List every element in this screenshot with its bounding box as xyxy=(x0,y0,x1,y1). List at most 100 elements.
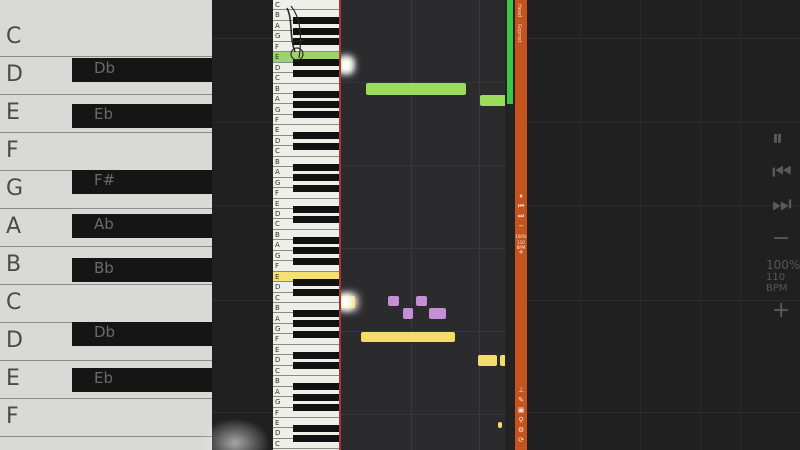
black-key[interactable] xyxy=(293,257,339,265)
piano-roll-grid[interactable] xyxy=(341,0,505,450)
black-key[interactable] xyxy=(293,310,339,317)
background-key-label: F xyxy=(6,404,19,429)
white-key-label: G xyxy=(275,398,281,407)
note-block[interactable] xyxy=(429,308,446,319)
black-key[interactable] xyxy=(293,174,339,182)
black-key[interactable] xyxy=(293,404,339,412)
channel-logo-icon xyxy=(286,5,306,61)
background-black-key-label: Eb xyxy=(94,105,113,123)
white-key-label: A xyxy=(275,314,280,323)
white-key-label: C xyxy=(275,293,280,302)
metronome-icon[interactable]: ⚲ xyxy=(517,416,525,424)
background-zoom-text: 100% xyxy=(766,258,800,272)
black-key[interactable] xyxy=(293,90,339,98)
background-glow xyxy=(200,418,270,450)
white-key-label: F xyxy=(275,262,280,271)
pedal-icon[interactable]: ⊥ xyxy=(517,386,525,394)
black-key[interactable] xyxy=(293,278,339,286)
background-key-label: D xyxy=(6,328,23,353)
black-key[interactable] xyxy=(293,69,339,77)
background-black-key-label: Db xyxy=(94,59,116,77)
pause-icon[interactable]: ⏸ xyxy=(517,192,525,200)
loop-icon[interactable]: ⟳ xyxy=(517,436,525,444)
background-key-label: C xyxy=(6,24,22,49)
grid-line xyxy=(341,248,505,249)
background-step-back-icon: ⏮ xyxy=(772,160,792,185)
white-key-label: A xyxy=(275,21,280,30)
minus-icon[interactable]: − xyxy=(517,222,525,230)
black-key[interactable] xyxy=(293,320,339,328)
note-block[interactable] xyxy=(388,296,399,306)
background-minus-icon: − xyxy=(772,226,791,251)
white-key-label: B xyxy=(275,157,280,166)
grid-line xyxy=(341,414,505,415)
note-block[interactable] xyxy=(478,355,497,366)
background-black-key: Eb xyxy=(72,368,212,392)
black-key[interactable] xyxy=(293,435,339,443)
background-white-key: F xyxy=(0,132,212,171)
sidebar-label-head[interactable]: Head xyxy=(516,4,522,17)
background-grid-line xyxy=(700,0,701,450)
step-back-icon[interactable]: ⏮ xyxy=(517,202,525,210)
black-key[interactable] xyxy=(293,393,339,401)
record-icon[interactable]: ▣ xyxy=(517,406,525,414)
white-key-label: D xyxy=(275,136,281,145)
white-key-label: D xyxy=(275,356,281,365)
black-key[interactable] xyxy=(293,362,339,370)
step-forward-icon[interactable]: ⏭ xyxy=(517,212,525,220)
settings-icon[interactable]: ⚙ xyxy=(517,426,525,434)
background-key-label: G xyxy=(6,176,24,201)
beat-line xyxy=(479,0,480,450)
black-key[interactable] xyxy=(293,289,339,297)
black-key[interactable] xyxy=(293,383,339,391)
background-white-key: F xyxy=(0,398,212,437)
note-block[interactable] xyxy=(480,95,505,106)
background-key-label: E xyxy=(6,100,20,125)
background-black-key-label: Ab xyxy=(94,215,114,233)
black-key[interactable] xyxy=(293,132,339,140)
black-key[interactable] xyxy=(293,330,339,338)
piano-roll-app: CBAGFEDCBAGFEDCBAGFEDCBAGFEDCBAGFEDCBAGF… xyxy=(273,0,527,450)
note-hit-glow xyxy=(343,298,349,306)
sidebar-label-group[interactable]: Grpmst xyxy=(516,24,522,43)
white-key-label: F xyxy=(275,189,280,198)
black-key[interactable] xyxy=(293,142,339,150)
white-key-label: B xyxy=(275,304,280,313)
background-key-label: B xyxy=(6,252,22,277)
background-key-label: F xyxy=(6,138,19,163)
background-black-key: F# xyxy=(72,170,212,194)
white-key-label: C xyxy=(275,366,280,375)
black-key[interactable] xyxy=(293,101,339,108)
note-block[interactable] xyxy=(366,83,466,95)
white-key-label: B xyxy=(275,377,280,386)
background-grid-line xyxy=(580,0,581,450)
piano-keyboard[interactable]: CBAGFEDCBAGFEDCBAGFEDCBAGFEDCBAGFEDCBAGF… xyxy=(273,0,341,450)
white-key-label: C xyxy=(275,1,280,9)
black-key[interactable] xyxy=(293,215,339,223)
background-key-label: E xyxy=(6,366,20,391)
black-key[interactable] xyxy=(293,236,339,244)
note-block[interactable] xyxy=(416,296,427,306)
note-block[interactable] xyxy=(361,332,455,342)
white-key-label: C xyxy=(275,147,280,156)
white-key-label: D xyxy=(275,429,281,438)
white-key-label: E xyxy=(275,345,280,354)
plus-icon[interactable]: + xyxy=(517,248,525,256)
background-step-forward-icon: ⏭ xyxy=(772,192,792,217)
black-key[interactable] xyxy=(293,205,339,213)
white-key-label: C xyxy=(275,220,280,229)
black-key[interactable] xyxy=(293,163,339,171)
black-key[interactable] xyxy=(293,247,339,255)
white-key-label: G xyxy=(275,178,281,187)
note-block[interactable] xyxy=(498,422,502,428)
white-key-label: E xyxy=(275,199,280,208)
black-key[interactable] xyxy=(293,184,339,192)
background-white-key: C xyxy=(0,18,212,57)
black-key[interactable] xyxy=(293,111,339,119)
black-key[interactable] xyxy=(293,424,339,432)
background-black-key: Eb xyxy=(72,104,212,128)
pen-icon[interactable]: ✎ xyxy=(517,396,525,404)
white-key-label: E xyxy=(275,53,280,62)
note-block[interactable] xyxy=(403,308,413,319)
black-key[interactable] xyxy=(293,351,339,359)
